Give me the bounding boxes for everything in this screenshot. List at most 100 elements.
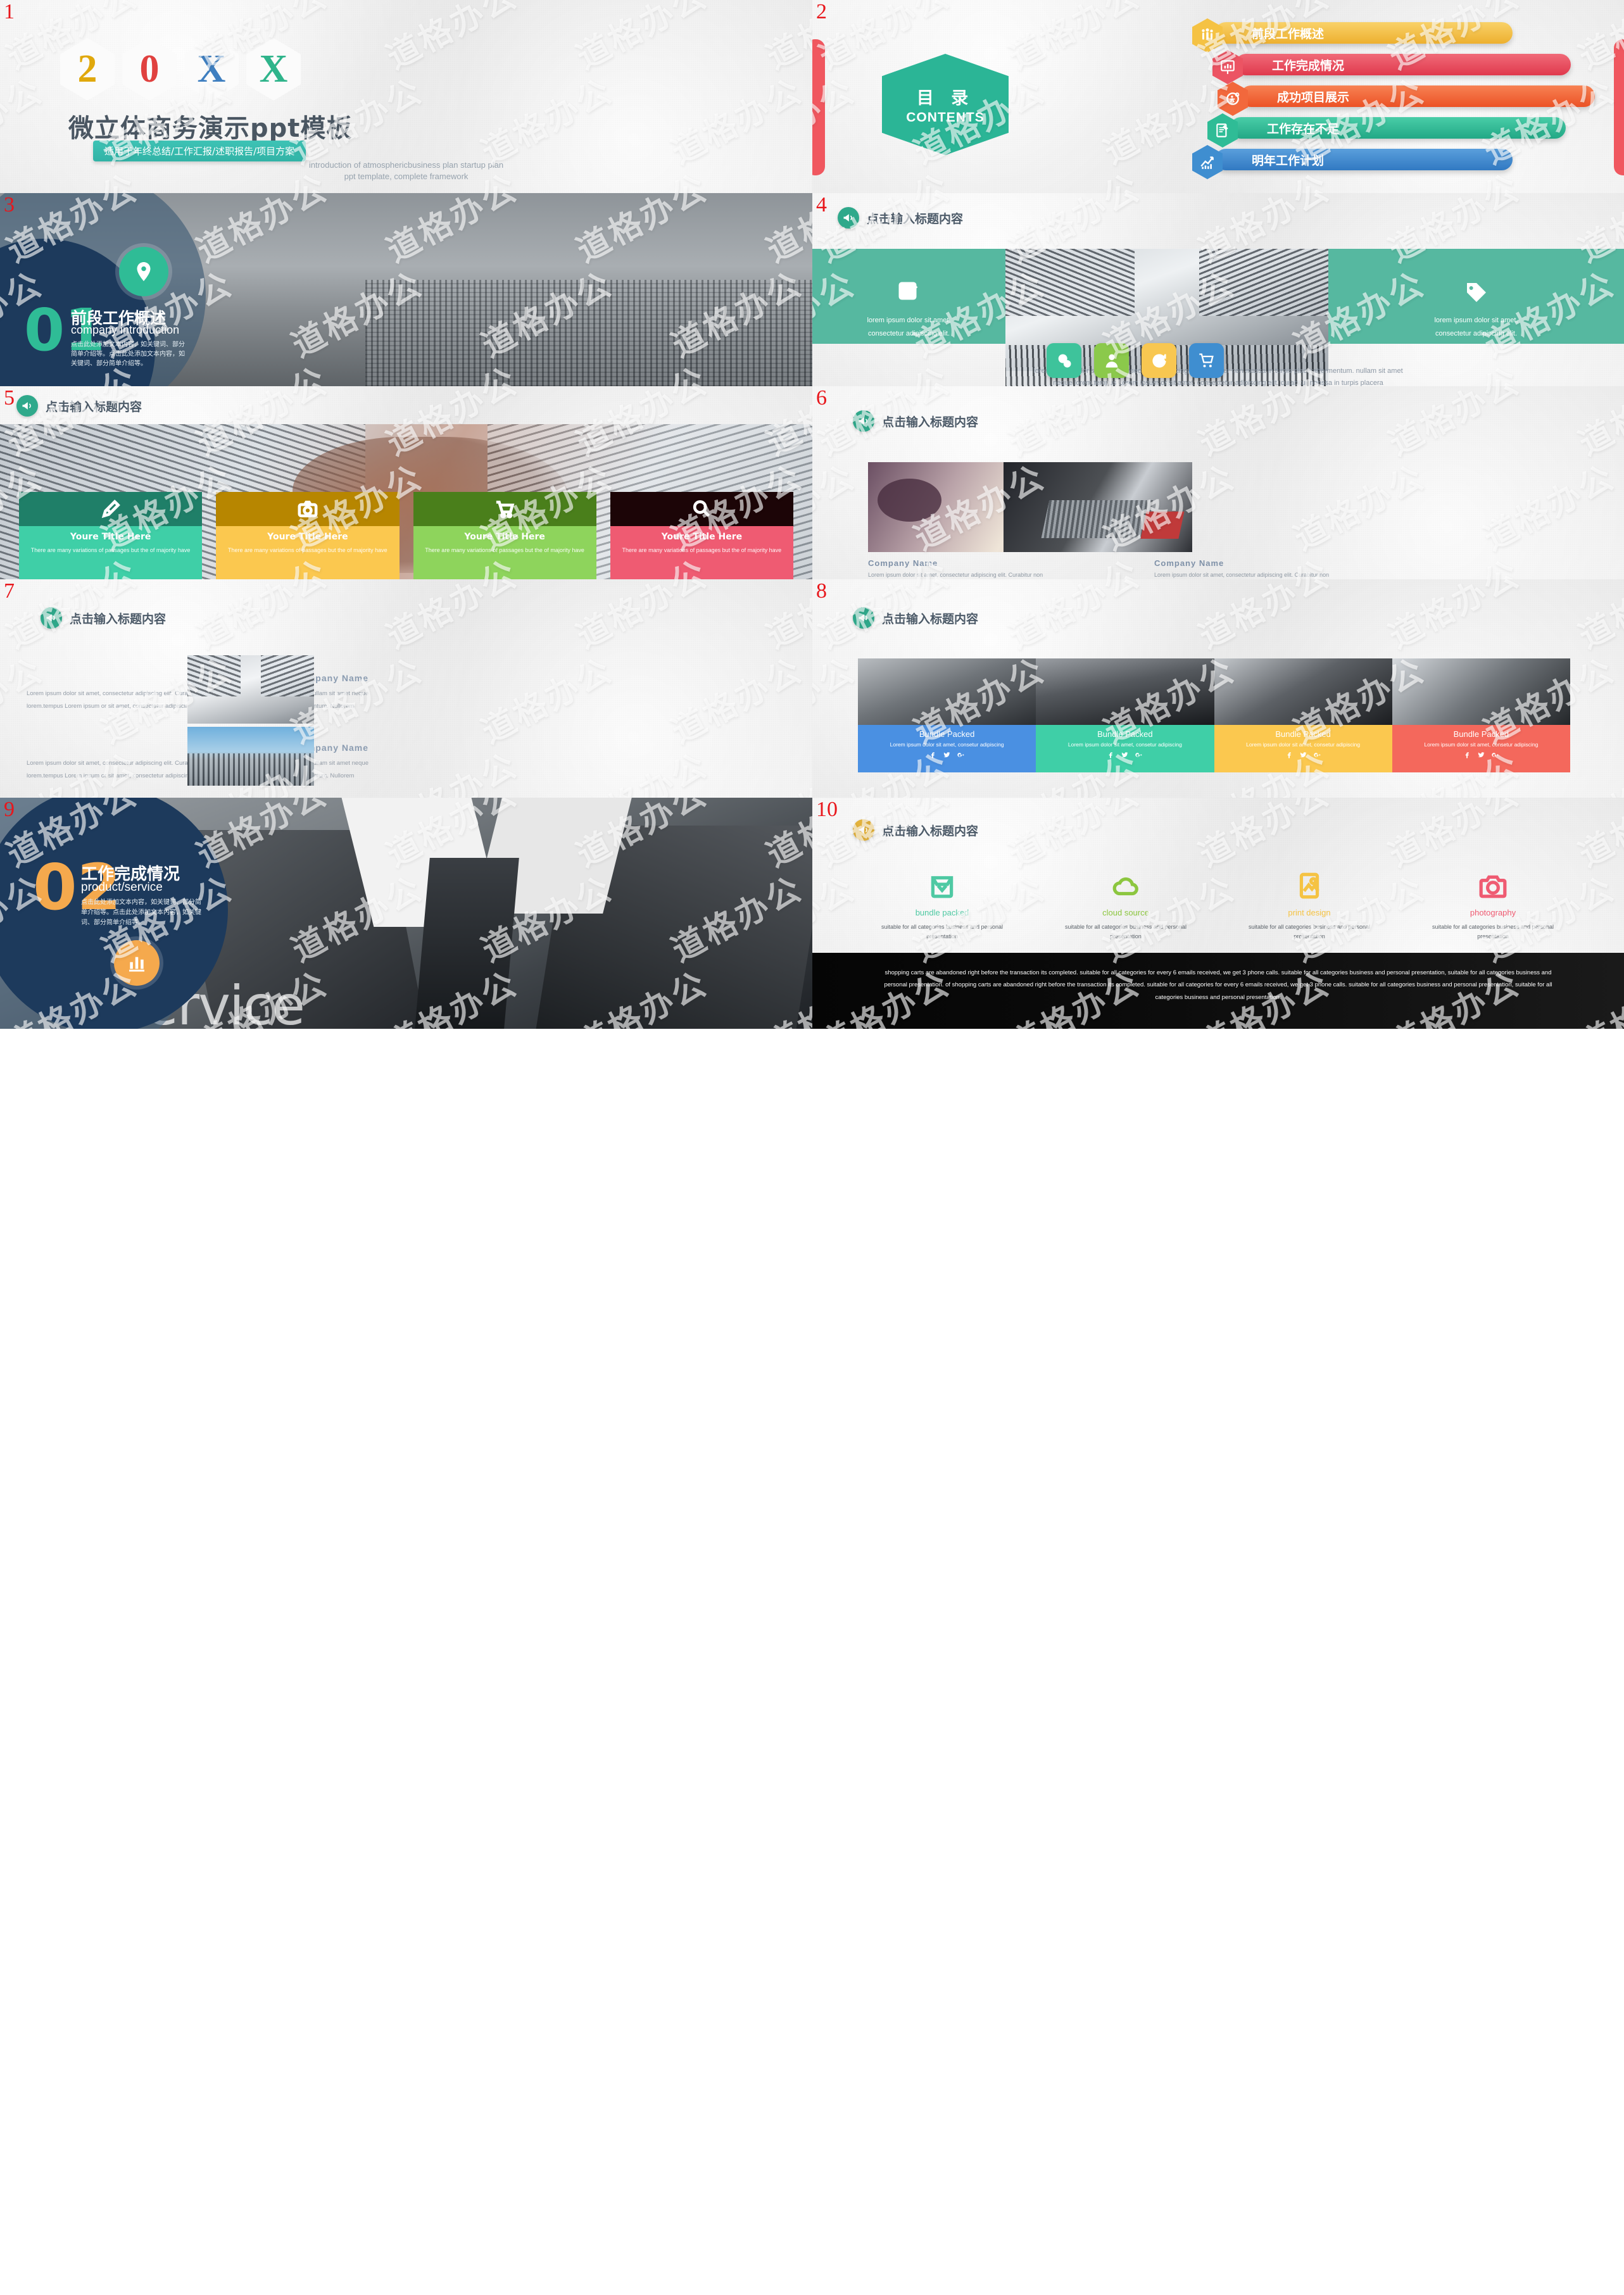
company-name: Company Name — [868, 558, 938, 568]
people-icon — [1192, 18, 1223, 53]
slide-title: 点击输入标题内容 — [882, 824, 979, 838]
text-column: Company Name Lorem ipsum dolor sit amet,… — [1154, 558, 1344, 579]
slide-header: 点击输入标题内容 — [853, 410, 978, 432]
card-desc: Lorem ipsum dolor sit amet, consetur adi… — [1424, 741, 1539, 748]
presentation-chart-icon — [1212, 50, 1243, 84]
twitter-icon[interactable] — [1300, 751, 1307, 758]
megaphone-icon — [853, 819, 874, 841]
twitter-icon[interactable] — [1121, 751, 1128, 758]
slide-header: 点击输入标题内容 — [838, 207, 963, 229]
right-feature-text: lorem ipsum dolor sit amet, consectetur … — [1434, 316, 1518, 337]
left-feature: lorem ipsum dolor sit amet, consectetur … — [812, 249, 1005, 371]
feature-card[interactable]: Youre Title Here There are many variatio… — [216, 492, 400, 579]
card-title: Youre Title Here — [464, 532, 545, 542]
slide-1[interactable]: 1 2 0 X X 微立体商务演示ppt模板 适用于年终总结/工作汇报/述职报告… — [0, 0, 812, 193]
profile-card[interactable]: Bundle Packed Lorem ipsum dolor sit amet… — [858, 658, 1036, 772]
slide-2[interactable]: 2 目 录 CONTENTS 前段工作概述 工作完成情况 成功项目展示 工作存在… — [812, 0, 1624, 193]
megaphone-icon — [41, 607, 62, 629]
feature-card-row: Youre Title Here There are many variatio… — [0, 492, 812, 579]
twitter-icon[interactable] — [943, 751, 950, 758]
google-plus-icon[interactable] — [1313, 751, 1321, 758]
feature-card[interactable]: Youre Title Here There are many variatio… — [610, 492, 793, 579]
facebook-icon[interactable] — [1464, 751, 1471, 758]
slide-5[interactable]: 5 点击输入标题内容 Youre Title Here There are ma… — [0, 386, 812, 579]
portrait-photo-3 — [1214, 658, 1392, 725]
contents-item-4[interactable]: 工作存在不足 — [1192, 113, 1597, 148]
portrait-photo-2 — [1036, 658, 1214, 725]
hex-char-1: 2 — [60, 38, 115, 101]
contents-item-label: 成功项目展示 — [1277, 90, 1350, 104]
slide-4[interactable]: 4 点击输入标题内容 lorem ipsum dolor sit amet, c… — [812, 193, 1624, 386]
slide-10[interactable]: 10 点击输入标题内容 bundle packed suitable for a… — [812, 798, 1624, 1029]
facebook-icon[interactable] — [1107, 751, 1114, 758]
contents-item-label: 前段工作概述 — [1252, 27, 1325, 41]
section-title-en: company introduction — [71, 324, 180, 336]
profile-card[interactable]: Bundle Packed Lorem ipsum dolor sit amet… — [1036, 658, 1214, 772]
camera-icon — [216, 492, 400, 526]
contents-item-3[interactable]: 成功项目展示 — [1192, 82, 1597, 116]
card-desc: There are many variations of passages bu… — [30, 547, 191, 553]
profile-card[interactable]: Bundle Packed Lorem ipsum dolor sit amet… — [1214, 658, 1392, 772]
chat-bubbles-icon[interactable] — [1047, 343, 1081, 378]
camera-icon — [1401, 867, 1585, 904]
contents-item-1[interactable]: 前段工作概述 — [1192, 18, 1597, 53]
refresh-clock-icon[interactable] — [1142, 343, 1176, 378]
feature-item[interactable]: photography suitable for all categories … — [1401, 867, 1585, 942]
slide-title: 点击输入标题内容 — [882, 612, 979, 626]
card-title: Youre Title Here — [70, 532, 151, 542]
card-desc: Lorem ipsum dolor sit amet, consetur adi… — [890, 741, 1004, 748]
main-title: 微立体商务演示ppt模板 — [68, 114, 353, 143]
slide-header: 点击输入标题内容 — [853, 607, 978, 629]
contents-item-label: 工作完成情况 — [1272, 58, 1345, 73]
feature-card[interactable]: Youre Title Here There are many variatio… — [19, 492, 203, 579]
profile-card-row: Bundle Packed Lorem ipsum dolor sit amet… — [858, 658, 1570, 772]
tag-icon — [1466, 282, 1486, 302]
card-title: Youre Title Here — [661, 532, 743, 542]
slide-8[interactable]: 8 点击输入标题内容 Bundle Packed Lorem ipsum dol… — [812, 579, 1624, 798]
slide-number: 10 — [816, 798, 838, 821]
subtitle-block: introduction of atmosphericbusiness plan… — [0, 160, 812, 182]
megaphone-icon — [16, 395, 38, 417]
slide-7[interactable]: 7 点击输入标题内容 Company Name Lorem ipsum dolo… — [0, 579, 812, 798]
left-accent-bar — [812, 39, 825, 175]
portrait-photo-1 — [858, 658, 1036, 725]
google-plus-icon[interactable] — [957, 751, 964, 758]
portrait-photo-4 — [1392, 658, 1570, 725]
card-title: Bundle Packed — [1453, 729, 1509, 739]
google-plus-icon[interactable] — [1492, 751, 1499, 758]
section-title-en: product/service — [81, 881, 163, 894]
dark-footer: shopping carts are abandoned right befor… — [812, 953, 1624, 1029]
section-body: 点击此处添加文本内容，如关键词、部分简单介绍等。点击此处添加文本内容，如关键词、… — [71, 341, 185, 367]
edit-square-icon — [898, 282, 917, 300]
card-title: Youre Title Here — [267, 532, 348, 542]
user-icon[interactable] — [1094, 343, 1129, 378]
text-column: Company Name Lorem ipsum dolor sit amet,… — [868, 558, 1058, 579]
feature-item[interactable]: bundle packed suitable for all categorie… — [850, 867, 1034, 942]
document-pen-icon — [1207, 113, 1238, 148]
slide-9[interactable]: service 9 02 工作完成情况 product/service 点击此处… — [0, 798, 812, 1029]
feature-desc: suitable for all categories business and… — [1248, 924, 1371, 940]
contents-item-2[interactable]: 工作完成情况 — [1192, 50, 1597, 84]
subtitle-line-2: ppt template, complete framework — [344, 171, 469, 181]
slide-3[interactable]: 3 01 前段工作概述 company introduction 点击此处添加文… — [0, 193, 812, 386]
package-icon — [850, 867, 1034, 904]
contents-item-5[interactable]: 明年工作计划 — [1192, 145, 1597, 179]
slide-6[interactable]: 6 点击输入标题内容 Company Name Lorem ipsum dolo… — [812, 386, 1624, 579]
hex-char-3: X — [184, 38, 239, 101]
growth-chart-icon — [1192, 145, 1223, 179]
slide-title: 点击输入标题内容 — [46, 399, 142, 414]
photo-laptop — [1004, 462, 1192, 552]
facebook-icon[interactable] — [1286, 751, 1293, 758]
social-row — [1218, 751, 1388, 758]
profile-card[interactable]: Bundle Packed Lorem ipsum dolor sit amet… — [1392, 658, 1570, 772]
facebook-icon[interactable] — [929, 751, 936, 758]
feature-card[interactable]: Youre Title Here There are many variatio… — [413, 492, 596, 579]
google-plus-icon[interactable] — [1135, 751, 1142, 758]
usage-pill: 适用于年终总结/工作汇报/述职报告/项目方案 — [93, 141, 306, 161]
slide-header: 点击输入标题内容 — [16, 395, 142, 417]
feature-item[interactable]: cloud source suitable for all categories… — [1034, 867, 1218, 942]
subtitle-line-1: introduction of atmosphericbusiness plan… — [308, 160, 504, 170]
twitter-icon[interactable] — [1478, 751, 1485, 758]
shopping-cart-icon[interactable] — [1189, 343, 1224, 378]
feature-item[interactable]: print design suitable for all categories… — [1218, 867, 1401, 942]
